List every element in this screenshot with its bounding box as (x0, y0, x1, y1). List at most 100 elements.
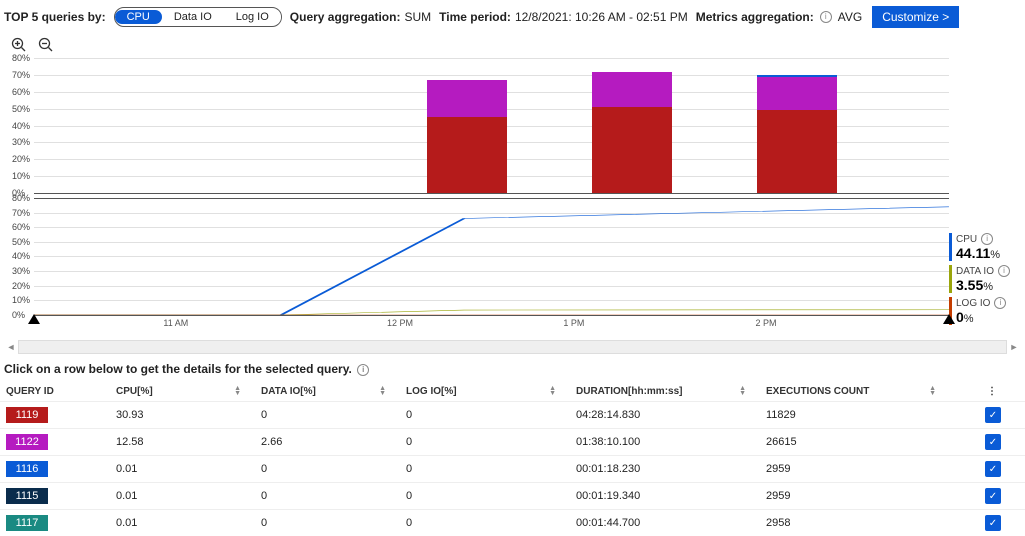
ytick: 20% (12, 154, 30, 164)
sort-icon[interactable]: ▲▼ (379, 386, 386, 396)
zoom-in-icon[interactable] (10, 36, 28, 54)
legend-cpu: CPU i 44.11% (949, 233, 1021, 261)
legend-cpu-value: 44.11 (956, 245, 990, 261)
row-checkbox[interactable]: ✓ (985, 461, 1001, 477)
query-pill: 1117 (6, 515, 48, 531)
col-logio[interactable]: LOG IO[%]▲▼ (400, 378, 570, 402)
charts-area: 80% 70% 60% 50% 40% 30% 20% 10% 0% 80% (0, 58, 1025, 338)
legend-cpu-label: CPU (956, 234, 977, 245)
sort-icon[interactable]: ▲▼ (234, 386, 241, 396)
scroll-track[interactable] (18, 340, 1007, 354)
row-checkbox[interactable]: ✓ (985, 434, 1001, 450)
bar-12pm[interactable] (427, 80, 507, 193)
sort-icon[interactable]: ▲▼ (929, 386, 936, 396)
x-axis: 11 AM 12 PM 1 PM 2 PM (34, 318, 949, 332)
scroll-left-icon[interactable]: ◄ (4, 342, 18, 352)
ytick: 30% (12, 266, 30, 276)
row-checkbox[interactable]: ✓ (985, 515, 1001, 531)
ytick: 60% (12, 222, 30, 232)
cell-dataio: 0 (255, 483, 400, 510)
ytick: 70% (12, 208, 30, 218)
cell-dataio: 0 (255, 402, 400, 429)
table-row[interactable]: 11150.010000:01:19.3402959✓ (0, 483, 1025, 510)
info-icon[interactable]: i (820, 11, 832, 23)
ytick: 20% (12, 281, 30, 291)
zoom-toolbar (0, 32, 1025, 58)
col-cpu[interactable]: CPU[%]▲▼ (110, 378, 255, 402)
query-pill: 1115 (6, 488, 48, 504)
col-executions[interactable]: EXECUTIONS COUNT▲▼ (760, 378, 950, 402)
info-icon[interactable]: i (981, 233, 993, 245)
table-row[interactable]: 11160.010000:01:18.2302959✓ (0, 456, 1025, 483)
cell-duration: 01:38:10.100 (570, 429, 760, 456)
seg-cpu[interactable]: CPU (115, 10, 162, 24)
cell-logio: 0 (400, 402, 570, 429)
cell-cpu: 30.93 (110, 402, 255, 429)
cell-logio: 0 (400, 510, 570, 536)
zoom-out-icon[interactable] (37, 36, 55, 54)
info-icon[interactable]: i (357, 364, 369, 376)
col-dataio[interactable]: DATA IO[%]▲▼ (255, 378, 400, 402)
line-chart (34, 198, 949, 315)
legend-logio-value: 0 (956, 309, 964, 325)
cell-executions: 2959 (760, 456, 950, 483)
info-icon[interactable]: i (998, 265, 1010, 277)
ytick: 40% (12, 121, 30, 131)
cell-cpu: 12.58 (110, 429, 255, 456)
legend-logio: LOG IOi 0% (949, 297, 1021, 325)
query-agg-value: SUM (404, 10, 431, 24)
seg-logio[interactable]: Log IO (224, 10, 281, 24)
line-dataio[interactable] (34, 310, 949, 315)
sort-icon[interactable]: ▲▼ (739, 386, 746, 396)
customize-button[interactable]: Customize > (872, 6, 959, 28)
cell-duration: 00:01:18.230 (570, 456, 760, 483)
ytick: 10% (12, 171, 30, 181)
row-checkbox[interactable]: ✓ (985, 488, 1001, 504)
legend-cpu-unit: % (990, 249, 1000, 261)
col-duration[interactable]: DURATION[hh:mm:ss]▲▼ (570, 378, 760, 402)
cell-duration: 04:28:14.830 (570, 402, 760, 429)
legend-dataio-value: 3.55 (956, 277, 983, 293)
line-cpu[interactable] (34, 207, 949, 315)
xtick: 12 PM (387, 318, 413, 328)
legend-dataio-unit: % (983, 281, 993, 293)
table-row[interactable]: 112212.582.66001:38:10.10026615✓ (0, 429, 1025, 456)
ytick: 30% (12, 137, 30, 147)
seg-dataio[interactable]: Data IO (162, 10, 224, 24)
scroll-right-icon[interactable]: ► (1007, 342, 1021, 352)
metrics-agg-value: AVG (838, 10, 862, 24)
queries-table: QUERY ID CPU[%]▲▼ DATA IO[%]▲▼ LOG IO[%]… (0, 378, 1025, 536)
cell-executions: 2958 (760, 510, 950, 536)
table-row[interactable]: 11170.010000:01:44.7002958✓ (0, 510, 1025, 536)
bar-1pm[interactable] (592, 72, 672, 193)
cell-dataio: 0 (255, 456, 400, 483)
time-period-label: Time period: (439, 10, 511, 24)
legend-logio-label: LOG IO (956, 298, 990, 309)
cell-duration: 00:01:19.340 (570, 483, 760, 510)
row-checkbox[interactable]: ✓ (985, 407, 1001, 423)
top5-segmented-control: CPU Data IO Log IO (114, 7, 282, 27)
table-header-row: QUERY ID CPU[%]▲▼ DATA IO[%]▲▼ LOG IO[%]… (0, 378, 1025, 402)
ytick: 80% (12, 53, 30, 63)
chart-panel: 80% 70% 60% 50% 40% 30% 20% 10% 0% 80% (0, 58, 949, 338)
top-toolbar: TOP 5 queries by: CPU Data IO Log IO Que… (0, 0, 1025, 32)
cell-executions: 26615 (760, 429, 950, 456)
top5-label: TOP 5 queries by: (4, 10, 106, 24)
instruction-text: Click on a row below to get the details … (4, 362, 352, 376)
bar-2pm[interactable] (757, 75, 837, 193)
ytick: 60% (12, 87, 30, 97)
metrics-agg-label: Metrics aggregation: (696, 10, 814, 24)
ytick: 70% (12, 70, 30, 80)
xtick: 11 AM (163, 318, 188, 328)
col-query-id[interactable]: QUERY ID (0, 378, 110, 402)
cell-duration: 00:01:44.700 (570, 510, 760, 536)
sort-icon[interactable]: ▲▼ (549, 386, 556, 396)
bar-chart (34, 58, 949, 193)
info-icon[interactable]: i (994, 297, 1006, 309)
ytick: 10% (12, 295, 30, 305)
chart-scrollbar: ◄ ► (0, 338, 1025, 356)
table-row[interactable]: 111930.930004:28:14.83011829✓ (0, 402, 1025, 429)
col-check: ⋮ (950, 378, 1025, 402)
query-pill: 1122 (6, 434, 48, 450)
xtick: 1 PM (563, 318, 584, 328)
